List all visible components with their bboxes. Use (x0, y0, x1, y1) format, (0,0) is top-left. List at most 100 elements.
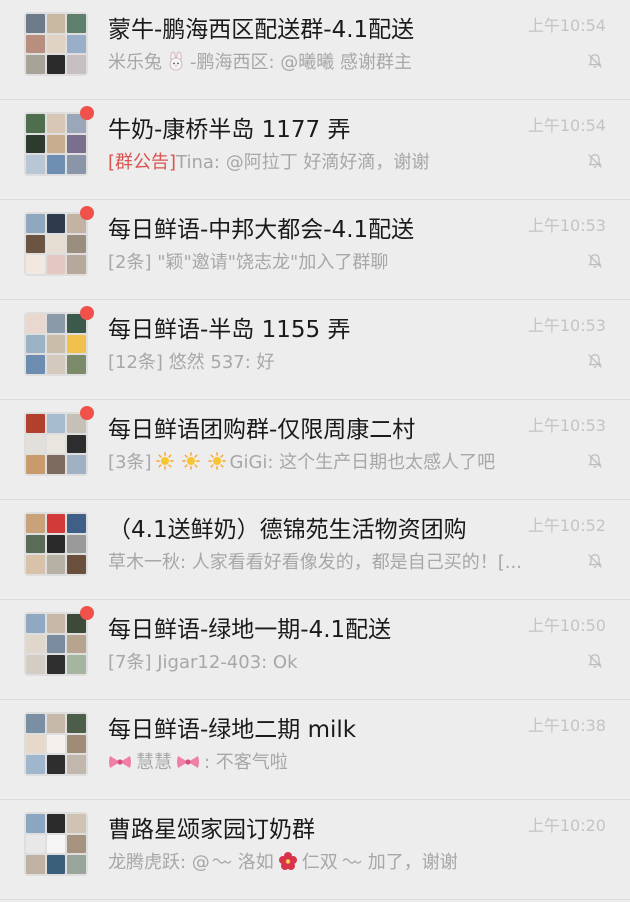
group-avatar[interactable] (24, 512, 88, 576)
preview-text: GiGi: 这个生产日期也太感人了吧 (229, 452, 496, 473)
group-avatar[interactable] (24, 606, 94, 676)
chat-row[interactable]: 每日鲜语团购群-仅限周康二村 上午10:53 [3条] GiGi: 这个生产日期也… (0, 400, 630, 500)
member-avatar-tile (26, 614, 45, 633)
mute-bell-icon (588, 454, 602, 468)
member-avatar-tile (26, 334, 45, 354)
member-avatar-tile (26, 14, 45, 33)
member-avatar-tile (26, 555, 45, 574)
member-avatar-tile (26, 134, 45, 154)
mute-bell-icon (588, 54, 602, 68)
member-avatar-tile (67, 734, 86, 754)
member-avatar-tile (46, 755, 66, 774)
mute-bell-icon (588, 654, 602, 668)
chat-list: 蒙牛-鹏海西区配送群-4.1配送 上午10:54 米乐兔 -鹏海西区: @曦曦 感… (0, 0, 630, 900)
member-avatar-tile (26, 814, 45, 833)
member-avatar-tile (67, 855, 86, 874)
member-avatar-tile (26, 214, 45, 233)
chat-row[interactable]: 每日鲜语-绿地一期-4.1配送 上午10:50 [7条] Jigar12-403… (0, 600, 630, 700)
member-avatar-tile (67, 34, 86, 54)
chat-time: 上午10:53 (527, 416, 606, 435)
chat-title: （4.1送鲜奶）德锦苑生活物资团购 (108, 517, 467, 543)
unread-dot (80, 306, 94, 320)
chat-time: 上午10:53 (527, 316, 606, 335)
chat-time: 上午10:50 (527, 616, 606, 635)
group-avatar[interactable] (24, 812, 88, 876)
member-avatar-tile (67, 155, 86, 174)
member-avatar-tile (26, 855, 45, 874)
group-avatar[interactable] (24, 206, 94, 276)
member-avatar-tile (46, 314, 66, 333)
member-avatar-tile (67, 534, 86, 554)
chat-time: 上午10:53 (527, 216, 606, 235)
preview-text: -鹏海西区: @曦曦 感谢群主 (190, 52, 413, 73)
chat-preview: [12条] 悠然 537: 好 (108, 348, 538, 374)
member-avatar-tile (26, 534, 45, 554)
member-avatar-tile (46, 734, 66, 754)
swirl-emoji-icon (212, 858, 232, 864)
member-avatar-tile (46, 514, 66, 533)
unread-dot (80, 106, 94, 120)
mute-bell-icon (588, 354, 602, 368)
preview-text: : 不客气啦 (204, 752, 288, 773)
member-avatar-tile (46, 334, 66, 354)
member-avatar-tile (46, 134, 66, 154)
chat-row[interactable]: （4.1送鲜奶）德锦苑生活物资团购 上午10:52 草木一秋: 人家看看好看像发… (0, 500, 630, 600)
group-avatar[interactable] (24, 406, 94, 476)
member-avatar-tile (26, 55, 45, 74)
chat-title: 曹路星颂家园订奶群 (108, 817, 315, 843)
chat-title: 牛奶-康桥半岛 1177 弄 (108, 117, 351, 143)
chat-title: 每日鲜语-中邦大都会-4.1配送 (108, 217, 415, 243)
member-avatar-tile (46, 214, 66, 233)
chat-time: 上午10:52 (527, 516, 606, 535)
member-avatar-tile (46, 55, 66, 74)
member-avatar-tile (46, 255, 66, 274)
member-avatar-tile (26, 255, 45, 274)
avatar-grid (24, 12, 88, 76)
member-avatar-tile (26, 655, 45, 674)
member-avatar-tile (26, 634, 45, 654)
member-avatar-tile (46, 155, 66, 174)
avatar-grid (24, 212, 88, 276)
swirl-emoji-icon (342, 858, 362, 864)
member-avatar-tile (26, 234, 45, 254)
member-avatar-tile (46, 414, 66, 433)
member-avatar-tile (26, 755, 45, 774)
chat-title: 每日鲜语-绿地二期 milk (108, 717, 357, 743)
preview-sender: 龙腾虎跃: @ (108, 852, 210, 873)
member-avatar-tile (67, 234, 86, 254)
rabbit-emoji-icon (169, 51, 183, 71)
member-avatar-tile (46, 855, 66, 874)
chat-row[interactable]: 牛奶-康桥半岛 1177 弄 上午10:54 [群公告]Tina: @阿拉丁 好… (0, 100, 630, 200)
preview-count: [3条] (108, 452, 152, 473)
chat-row[interactable]: 曹路星颂家园订奶群 上午10:20 龙腾虎跃: @ 洛如 仁双 加了，谢谢 (0, 800, 630, 900)
member-avatar-tile (67, 455, 86, 474)
group-notice-tag: [群公告] (108, 152, 177, 173)
group-avatar[interactable] (24, 306, 94, 376)
member-avatar-tile (26, 714, 45, 733)
member-avatar-tile (46, 434, 66, 454)
chat-row[interactable]: 每日鲜语-半岛 1155 弄 上午10:53 [12条] 悠然 537: 好 (0, 300, 630, 400)
group-avatar[interactable] (24, 106, 94, 176)
chat-title: 每日鲜语团购群-仅限周康二村 (108, 417, 416, 443)
member-avatar-tile (46, 814, 66, 833)
chat-preview: 慧慧: 不客气啦 (108, 748, 538, 774)
chat-row[interactable]: 每日鲜语-绿地二期 milk 上午10:38 慧慧: 不客气啦 (0, 700, 630, 800)
member-avatar-tile (67, 714, 86, 733)
chat-preview: 米乐兔 -鹏海西区: @曦曦 感谢群主 (108, 48, 538, 74)
unread-dot (80, 606, 94, 620)
member-avatar-tile (26, 514, 45, 533)
mute-bell-icon (588, 254, 602, 268)
sun-emoji-icon (155, 452, 174, 470)
unread-dot (80, 206, 94, 220)
member-avatar-tile (67, 434, 86, 454)
flower-emoji-icon (278, 852, 297, 870)
member-avatar-tile (67, 755, 86, 774)
preview-name: 仁双 (301, 852, 338, 873)
preview-text: [2条] "颖"邀请"饶志龙"加入了群聊 (108, 252, 389, 273)
chat-row[interactable]: 每日鲜语-中邦大都会-4.1配送 上午10:53 [2条] "颖"邀请"饶志龙"… (0, 200, 630, 300)
member-avatar-tile (46, 655, 66, 674)
group-avatar[interactable] (24, 12, 88, 76)
chat-row[interactable]: 蒙牛-鹏海西区配送群-4.1配送 上午10:54 米乐兔 -鹏海西区: @曦曦 感… (0, 0, 630, 100)
group-avatar[interactable] (24, 712, 88, 776)
member-avatar-tile (26, 114, 45, 133)
